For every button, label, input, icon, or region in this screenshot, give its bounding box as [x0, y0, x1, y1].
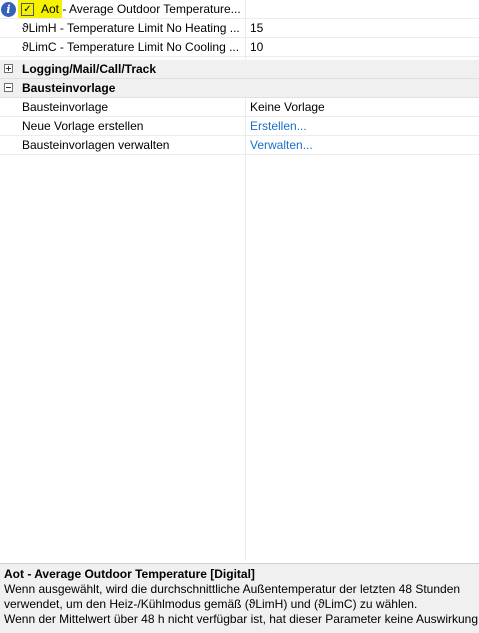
template-select-value[interactable]: Keine Vorlage — [250, 98, 325, 116]
property-row-vorlagen-verwalten[interactable]: Bausteinvorlagen verwalten Verwalten... — [0, 136, 479, 155]
property-value[interactable]: 10 — [250, 38, 263, 56]
property-name: Bausteinvorlagen verwalten — [22, 138, 170, 152]
property-name: Neue Vorlage erstellen — [22, 119, 144, 133]
property-name: ϑLimC - Temperature Limit No Cooling ... — [22, 40, 240, 54]
category-label: Bausteinvorlage — [22, 81, 116, 95]
property-value[interactable]: 15 — [250, 19, 263, 37]
property-name: ϑLimH - Temperature Limit No Heating ... — [22, 21, 240, 35]
property-name: Bausteinvorlage — [22, 100, 109, 114]
category-logging[interactable]: Logging/Mail/Call/Track — [0, 60, 479, 79]
create-template-link[interactable]: Erstellen... — [250, 117, 307, 135]
property-name-cell: ϑLimH - Temperature Limit No Heating ... — [0, 19, 245, 37]
property-name-cell: Bausteinvorlage — [0, 98, 245, 116]
aot-label: - Average Outdoor Temperature... — [59, 2, 241, 16]
description-line: verwendet, um den Heiz-/Kühlmodus gemäß … — [4, 597, 418, 611]
property-row-bausteinvorlage[interactable]: Bausteinvorlage Keine Vorlage — [0, 98, 479, 117]
property-row-neue-vorlage[interactable]: Neue Vorlage erstellen Erstellen... — [0, 117, 479, 136]
checkbox-checked-icon[interactable]: ✓ — [21, 3, 34, 16]
plus-box-icon[interactable] — [4, 64, 13, 73]
property-row-limc[interactable]: ϑLimC - Temperature Limit No Cooling ...… — [0, 38, 479, 57]
category-name-cell: Bausteinvorlage — [0, 79, 245, 97]
category-label: Logging/Mail/Call/Track — [22, 62, 157, 76]
category-bausteinvorlage[interactable]: Bausteinvorlage — [0, 79, 479, 98]
property-name-cell: Bausteinvorlagen verwalten — [0, 136, 245, 154]
property-name-cell: ϑLimC - Temperature Limit No Cooling ... — [0, 38, 245, 56]
property-grid: i ✓ Aot - Average Outdoor Temperature...… — [0, 0, 479, 561]
property-row-limh[interactable]: ϑLimH - Temperature Limit No Heating ...… — [0, 19, 479, 38]
property-name-cell: i ✓ Aot - Average Outdoor Temperature... — [0, 0, 245, 18]
property-row-aot[interactable]: i ✓ Aot - Average Outdoor Temperature... — [0, 0, 479, 19]
info-icon[interactable]: i — [1, 2, 16, 17]
description-title: Aot - Average Outdoor Temperature [Digit… — [4, 567, 255, 581]
minus-box-icon[interactable] — [4, 83, 13, 92]
property-name-cell: Neue Vorlage erstellen — [0, 117, 245, 135]
category-name-cell: Logging/Mail/Call/Track — [0, 60, 245, 78]
aot-prefix: Aot — [41, 2, 60, 16]
description-line: Wenn ausgewählt, wird die durchschnittli… — [4, 582, 461, 596]
description-line: Wenn der Mittelwert über 48 h nicht verf… — [4, 612, 479, 626]
manage-templates-link[interactable]: Verwalten... — [250, 136, 313, 154]
description-panel: Aot - Average Outdoor Temperature [Digit… — [0, 563, 479, 633]
